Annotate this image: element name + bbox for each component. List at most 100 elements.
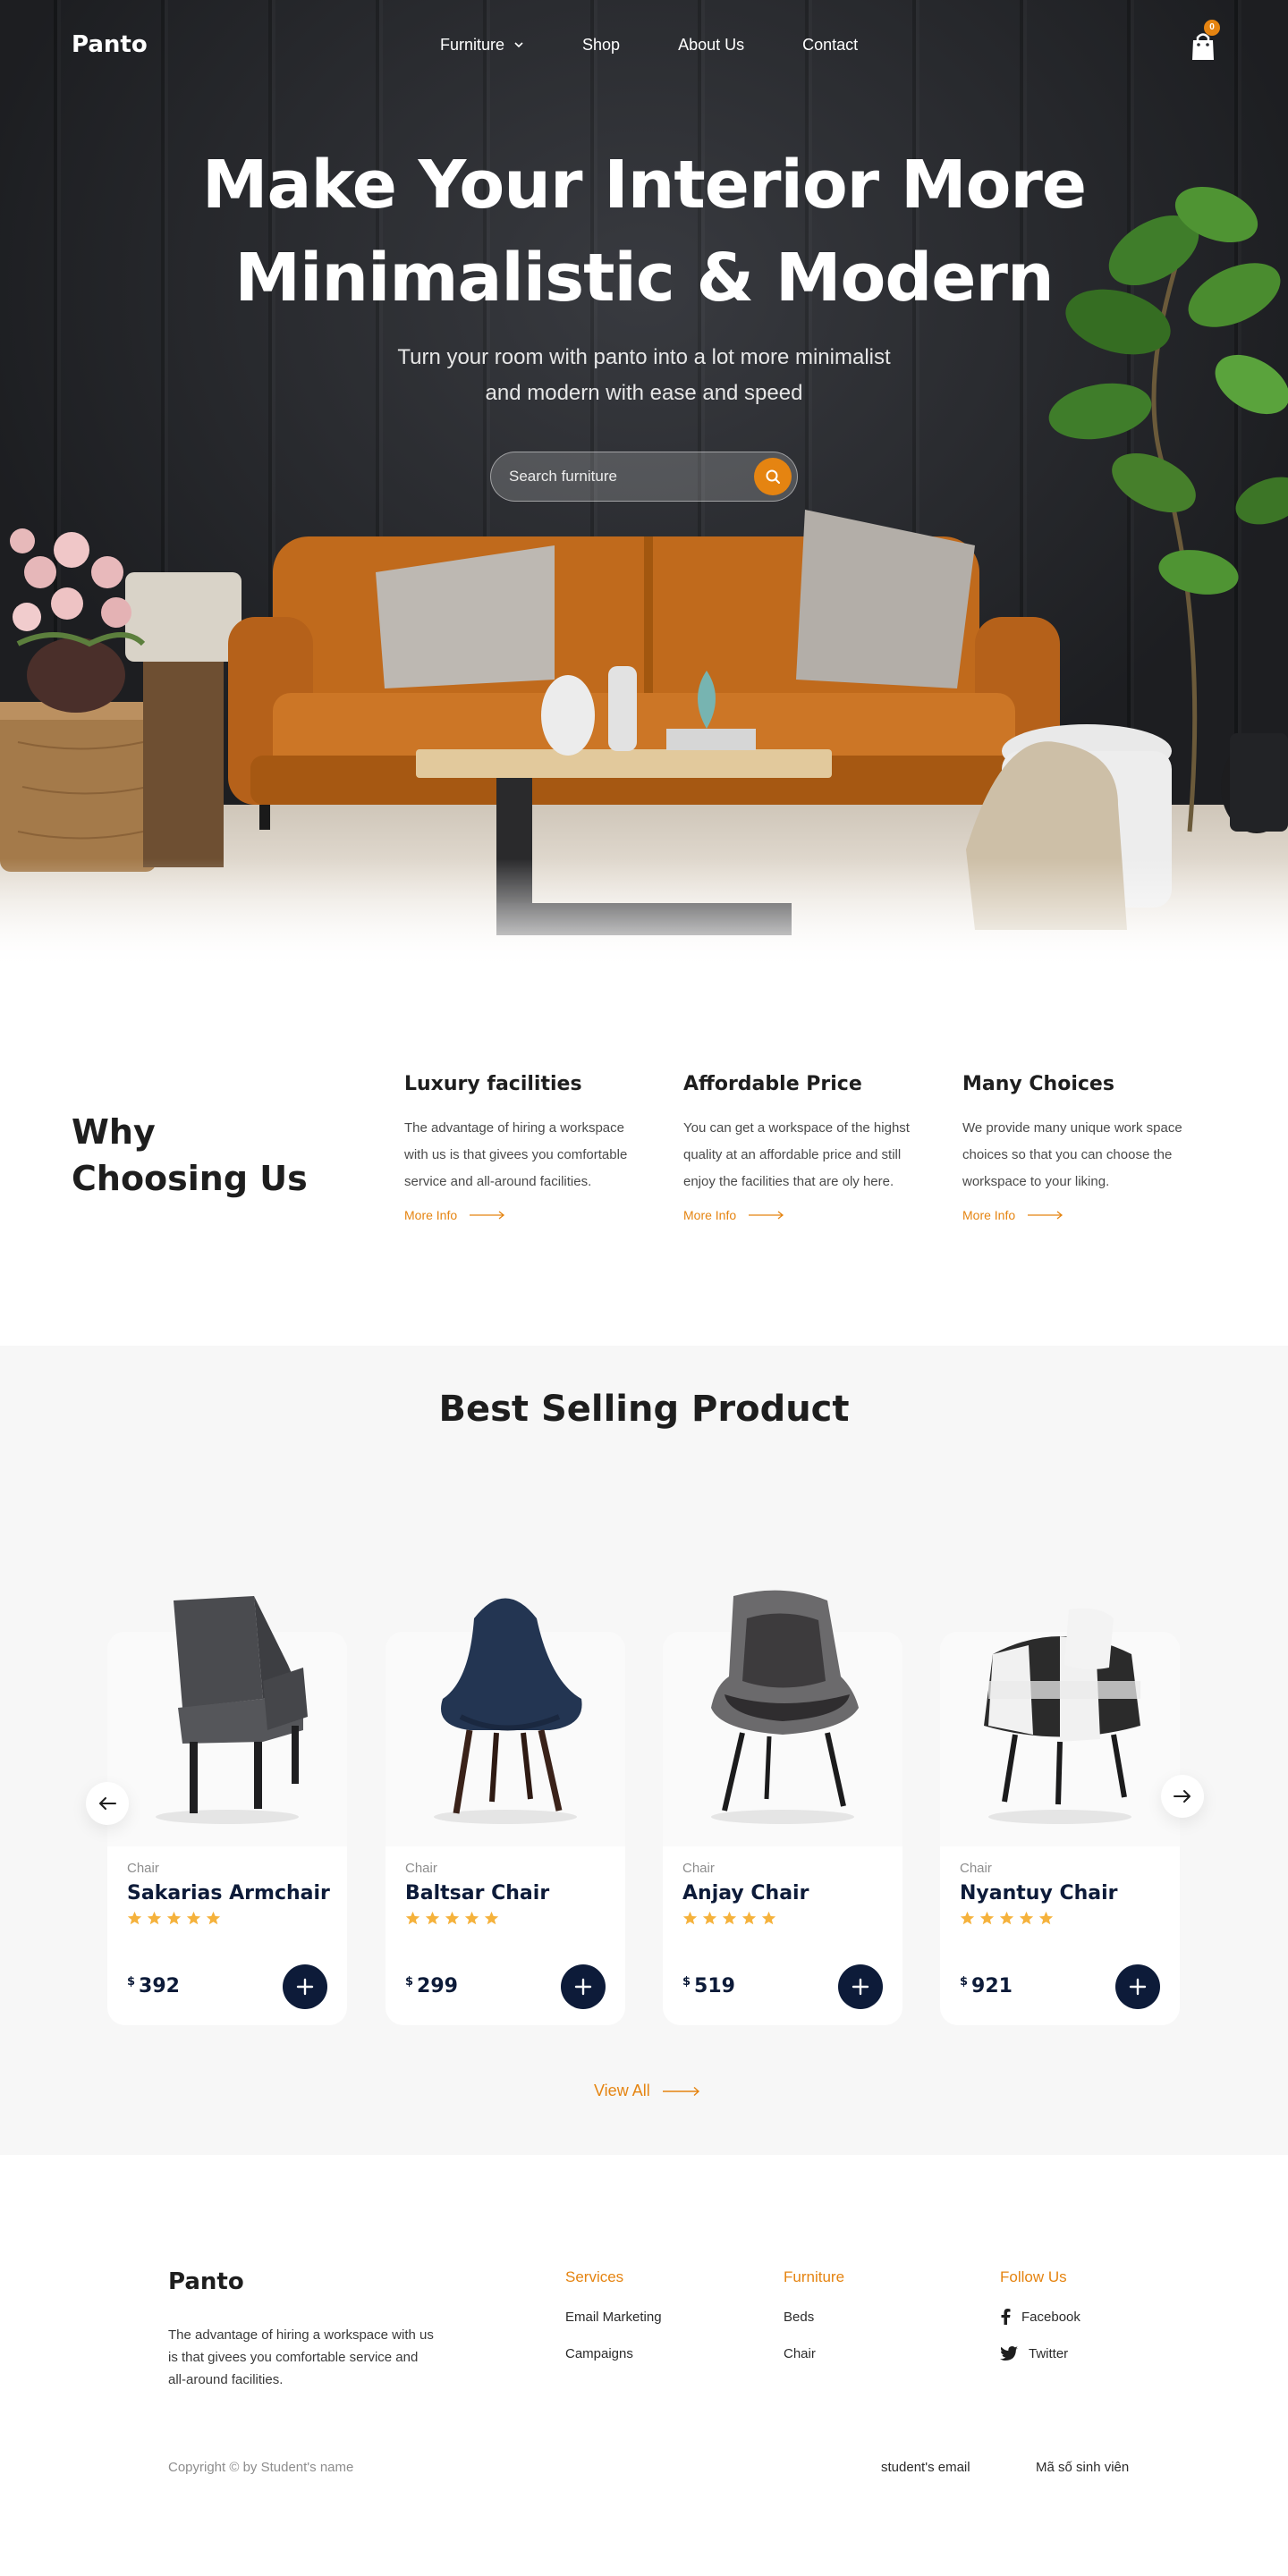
star-icon (166, 1911, 182, 1925)
product-price: $519 (682, 1975, 735, 1997)
hero-title-line-2: Minimalistic & Modern (234, 240, 1054, 317)
hero-section: Panto Furniture Shop About Us Contact 0 … (0, 0, 1288, 970)
footer-link-label: Facebook (1021, 2309, 1080, 2325)
product-rating (960, 1911, 1054, 1926)
footer-link-campaigns[interactable]: Campaigns (565, 2344, 662, 2362)
carousel-prev-button[interactable] (86, 1782, 129, 1825)
view-all-label: View All (594, 2082, 650, 2099)
product-card[interactable]: Chair Baltsar Chair $299 (386, 1598, 625, 2025)
feature-item: Many Choices We provide many unique work… (962, 1073, 1200, 1222)
plus-icon (1129, 1978, 1147, 1996)
arrow-right-icon (1174, 1790, 1191, 1803)
product-rating (405, 1911, 499, 1926)
arrow-right-icon (749, 1211, 784, 1220)
more-info-label: More Info (683, 1208, 737, 1222)
feature-text: You can get a workspace of the highst qu… (683, 1120, 910, 1189)
star-icon (147, 1911, 162, 1925)
add-to-cart-button[interactable] (1115, 1964, 1160, 2009)
footer-link-facebook[interactable]: Facebook (1000, 2308, 1080, 2326)
product-rating (682, 1911, 776, 1926)
feature-item: Affordable Price You can get a workspace… (683, 1073, 921, 1222)
more-info-label: More Info (404, 1208, 458, 1222)
star-icon (405, 1911, 420, 1925)
cart-button[interactable]: 0 (1190, 20, 1220, 63)
more-info-link[interactable]: More Info (962, 1208, 1200, 1222)
footer-link-chair[interactable]: Chair (784, 2344, 844, 2362)
nav-item-about-us[interactable]: About Us (678, 36, 744, 55)
why-choosing-us-section: Why Choosing Us Luxury facilities The ad… (0, 970, 1288, 1346)
currency-symbol: $ (960, 1975, 969, 1989)
product-category: Chair (127, 1861, 159, 1876)
nav-item-shop[interactable]: Shop (582, 36, 620, 55)
footer-link-twitter[interactable]: Twitter (1000, 2344, 1080, 2362)
product-card[interactable]: Chair Anjay Chair $519 (663, 1590, 902, 2025)
search-icon (766, 469, 780, 484)
product-rating (127, 1911, 221, 1926)
star-icon (127, 1911, 142, 1925)
star-icon (761, 1911, 776, 1925)
view-all-link[interactable]: View All (594, 2082, 700, 2100)
footer-link-email-marketing[interactable]: Email Marketing (565, 2308, 662, 2326)
price-value: 921 (971, 1975, 1013, 1997)
product-name[interactable]: Nyantuy Chair (960, 1882, 1117, 1905)
star-icon (722, 1911, 737, 1925)
plus-icon (296, 1978, 314, 1996)
feature-text: The advantage of hiring a workspace with… (404, 1120, 628, 1189)
add-to-cart-button[interactable] (838, 1964, 883, 2009)
best-selling-title: Best Selling Product (438, 1389, 850, 1430)
arrow-right-icon (1028, 1211, 1063, 1220)
armchair-image (156, 1596, 308, 1824)
price-value: 519 (694, 1975, 735, 1997)
why-title: Why Choosing Us (72, 1109, 340, 1202)
footer-student-email[interactable]: student's email (881, 2460, 970, 2475)
footer-column-services: Services Email Marketing Campaigns (565, 2268, 662, 2381)
footer-link-beds[interactable]: Beds (784, 2308, 844, 2326)
hero-subtitle: Turn your room with panto into a lot mor… (376, 340, 912, 411)
plus-icon (852, 1978, 869, 1996)
carousel-next-button[interactable] (1161, 1775, 1204, 1818)
flower-vase-illustration (10, 528, 146, 713)
why-title-line-2: Choosing Us (72, 1159, 308, 1198)
star-icon (960, 1911, 975, 1925)
feature-title: Affordable Price (683, 1073, 862, 1095)
best-selling-section: Best Selling Product Chair Sakarias Armc… (0, 1346, 1288, 2155)
product-name[interactable]: Baltsar Chair (405, 1882, 549, 1905)
more-info-link[interactable]: More Info (404, 1208, 642, 1222)
copyright-text: Copyright © by Student's name (168, 2460, 354, 2475)
hero-subtitle-line-2: and modern with ease and speed (485, 381, 803, 405)
feature-text: We provide many unique work space choice… (962, 1120, 1182, 1189)
product-price: $392 (127, 1975, 180, 1997)
product-card[interactable]: Chair Sakarias Armchair $392 (107, 1596, 347, 2025)
star-icon (999, 1911, 1014, 1925)
twitter-icon (1000, 2346, 1018, 2361)
footer-logo[interactable]: Panto (168, 2268, 244, 2295)
sofa-illustration (228, 510, 1060, 830)
arrow-right-icon (470, 1211, 505, 1220)
more-info-link[interactable]: More Info (683, 1208, 921, 1222)
nav-item-contact[interactable]: Contact (802, 36, 858, 55)
price-value: 299 (417, 1975, 458, 1997)
footer-column-title: Follow Us (1000, 2268, 1067, 2285)
why-title-line-1: Why (72, 1112, 156, 1152)
add-to-cart-button[interactable] (561, 1964, 606, 2009)
product-card[interactable]: Chair Nyantuy Chair $921 (940, 1608, 1180, 2025)
cart-count-badge: 0 (1204, 20, 1220, 36)
plus-icon (574, 1978, 592, 1996)
brand-logo[interactable]: Panto (72, 31, 376, 58)
star-icon (206, 1911, 221, 1925)
product-name[interactable]: Anjay Chair (682, 1882, 809, 1905)
star-icon (464, 1911, 479, 1925)
star-icon (682, 1911, 698, 1925)
footer-column-title: Furniture (784, 2268, 845, 2285)
nav-item-furniture[interactable]: Furniture (440, 36, 524, 55)
feature-title: Luxury facilities (404, 1073, 582, 1095)
chair-image (711, 1590, 859, 1824)
product-name[interactable]: Sakarias Armchair (127, 1882, 330, 1905)
top-nav: Panto Furniture Shop About Us Contact 0 (0, 0, 1288, 89)
search-button[interactable] (754, 458, 792, 495)
star-icon (425, 1911, 440, 1925)
add-to-cart-button[interactable] (283, 1964, 327, 2009)
footer-column-furniture: Furniture Beds Chair (784, 2268, 844, 2381)
search-input[interactable] (509, 468, 754, 486)
product-category: Chair (960, 1861, 992, 1876)
